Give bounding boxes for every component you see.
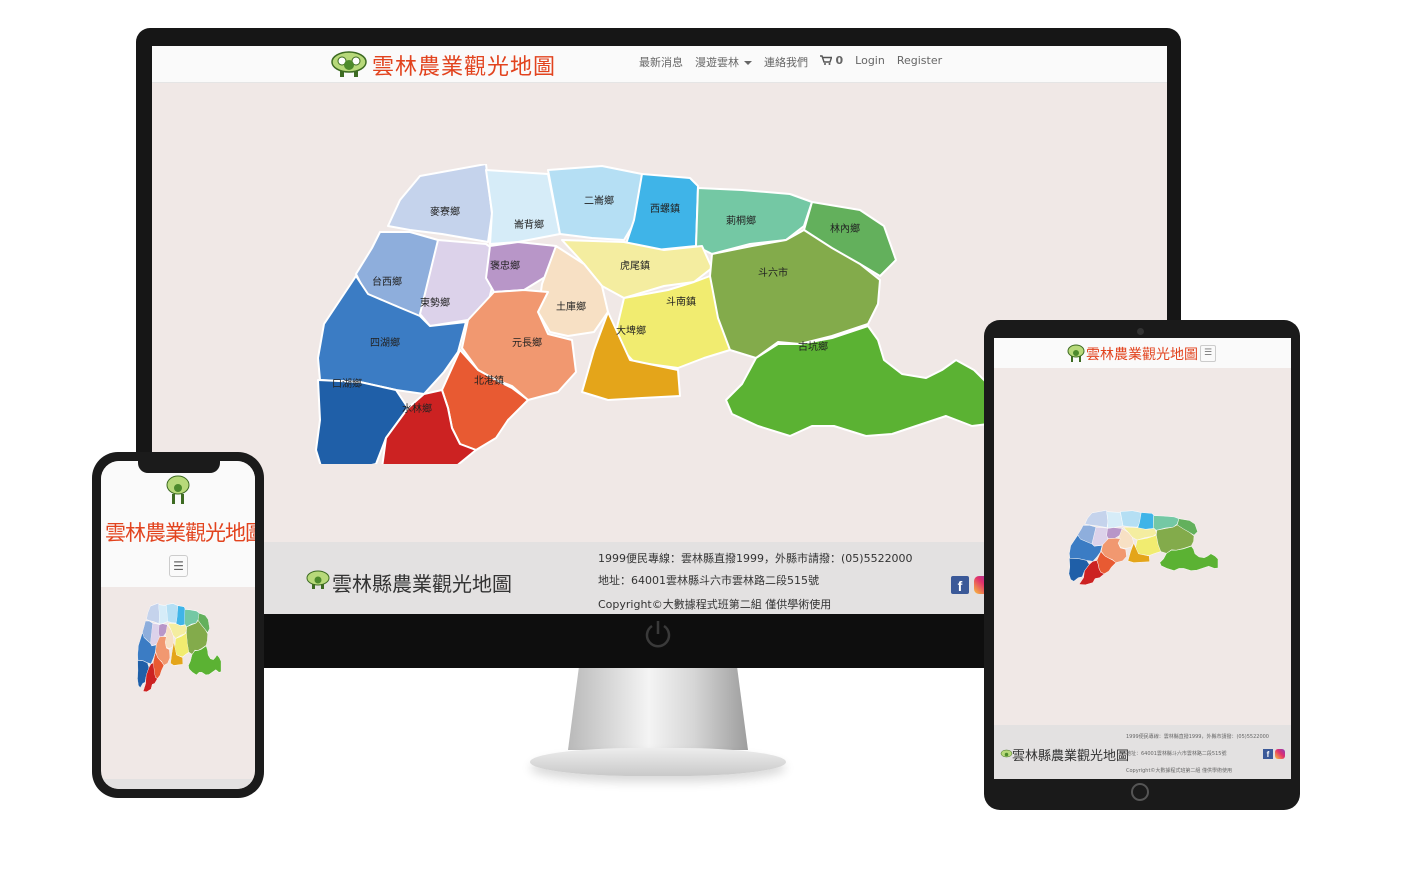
region-label: 台西鄉 xyxy=(372,275,402,288)
footer-title: 雲林縣農業觀光地圖 xyxy=(1012,749,1130,764)
monitor-stand-base xyxy=(530,748,786,776)
region-label: 元長鄉 xyxy=(512,336,542,349)
menu-toggle-button[interactable]: ☰ xyxy=(1200,345,1216,362)
footer-copyright: Copyright©大數據程式班第二組 僅供學術使用 xyxy=(598,598,832,611)
menu-toggle-button[interactable]: ☰ xyxy=(169,555,188,577)
region-label: 四湖鄉 xyxy=(370,336,400,349)
footer-hotline: 1999便民專線：雲林縣直撥1999，外縣市請撥：(05)5522000 xyxy=(598,552,913,565)
phone-screen: 雲林農業觀光地圖 ☰ xyxy=(101,461,255,789)
nav-item-contact[interactable]: 連絡我們 xyxy=(764,54,808,70)
sheep-logo-icon[interactable] xyxy=(165,473,191,507)
cart-icon xyxy=(820,55,833,65)
phone-header: 雲林農業觀光地圖 ☰ xyxy=(101,461,255,587)
phone-footer-strip xyxy=(101,779,255,789)
monitor-stand xyxy=(568,668,748,750)
desktop-navbar: 雲林農業觀光地圖 最新消息 漫遊雲林 連絡我們 0 Login Register xyxy=(152,46,1167,83)
region-label: 虎尾鎮 xyxy=(620,259,650,272)
site-title[interactable]: 雲林農業觀光地圖 xyxy=(1086,344,1198,364)
nav-item-explore-dropdown[interactable]: 漫遊雲林 xyxy=(695,54,752,70)
tablet-screen: 雲林農業觀光地圖 ☰ 雲林縣農業觀光地圖 1999便民專線：雲林縣直撥1999，… xyxy=(994,338,1291,779)
region-label: 斗南鎮 xyxy=(666,295,696,308)
nav-item-login[interactable]: Login xyxy=(855,54,885,70)
region-label: 麥寮鄉 xyxy=(430,205,460,218)
cart-count: 0 xyxy=(835,54,844,67)
footer-hotline: 1999便民專線：雲林縣直撥1999，外縣市請撥：(05)5522000 xyxy=(1126,734,1269,740)
region-mailiao[interactable] xyxy=(387,164,493,243)
nav-item-explore-label: 漫遊雲林 xyxy=(695,56,739,69)
region-label: 北港鎮 xyxy=(474,374,504,387)
region-label: 斗六市 xyxy=(758,266,788,279)
tablet-navbar: 雲林農業觀光地圖 ☰ xyxy=(994,338,1291,368)
region-label: 大埤鄉 xyxy=(616,324,646,337)
facebook-icon[interactable]: f xyxy=(1263,749,1273,759)
nav-item-news[interactable]: 最新消息 xyxy=(639,54,683,70)
county-map xyxy=(1068,510,1218,586)
footer-title: 雲林縣農業觀光地圖 xyxy=(332,572,512,596)
region-label: 褒忠鄉 xyxy=(490,259,520,272)
sheep-logo-icon xyxy=(306,570,330,589)
region-label: 古坑鄉 xyxy=(798,340,828,353)
camera-icon xyxy=(1137,328,1144,335)
chevron-down-icon xyxy=(744,61,752,65)
region-label: 二崙鄉 xyxy=(584,194,614,207)
site-title[interactable]: 雲林農業觀光地圖 xyxy=(372,49,556,81)
region-label: 土庫鄉 xyxy=(556,300,586,313)
power-icon xyxy=(645,621,671,648)
nav-item-cart[interactable]: 0 xyxy=(820,54,843,70)
region-lunbei[interactable] xyxy=(485,169,561,245)
phone-notch xyxy=(138,461,220,473)
region-label: 東勢鄉 xyxy=(420,296,450,309)
sheep-logo-icon[interactable] xyxy=(328,49,370,79)
region-label: 水林鄉 xyxy=(402,402,432,415)
region-label: 崙背鄉 xyxy=(514,218,544,231)
footer-address: 地址：64001雲林縣斗六市雲林路二段515號 xyxy=(1126,751,1227,757)
region-label: 口湖鄉 xyxy=(332,377,362,390)
home-button-icon xyxy=(1131,783,1149,801)
region-label: 莿桐鄉 xyxy=(726,214,756,227)
nav-item-register[interactable]: Register xyxy=(897,54,942,70)
instagram-icon[interactable] xyxy=(1275,749,1285,759)
region-label: 西螺鎮 xyxy=(650,202,680,215)
county-map: 麥寮鄉 崙背鄉 二崙鄉 西螺鎮 莿桐鄉 林內鄉 台西鄉 東勢鄉 褒忠鄉 虎尾鎮 … xyxy=(315,164,988,464)
sheep-logo-icon[interactable] xyxy=(1066,342,1086,364)
nav-menu: 最新消息 漫遊雲林 連絡我們 0 Login Register xyxy=(639,54,942,70)
tablet-footer: 雲林縣農業觀光地圖 1999便民專線：雲林縣直撥1999，外縣市請撥：(05)5… xyxy=(994,725,1291,779)
site-title[interactable]: 雲林農業觀光地圖 xyxy=(105,517,255,547)
county-map xyxy=(137,603,221,693)
footer-copyright: Copyright©大數據程式班第二組 僅供學術使用 xyxy=(1126,768,1233,774)
region-label: 林內鄉 xyxy=(830,222,860,235)
footer-address: 地址：64001雲林縣斗六市雲林路二段515號 xyxy=(598,574,819,587)
facebook-icon[interactable]: f xyxy=(951,576,969,594)
